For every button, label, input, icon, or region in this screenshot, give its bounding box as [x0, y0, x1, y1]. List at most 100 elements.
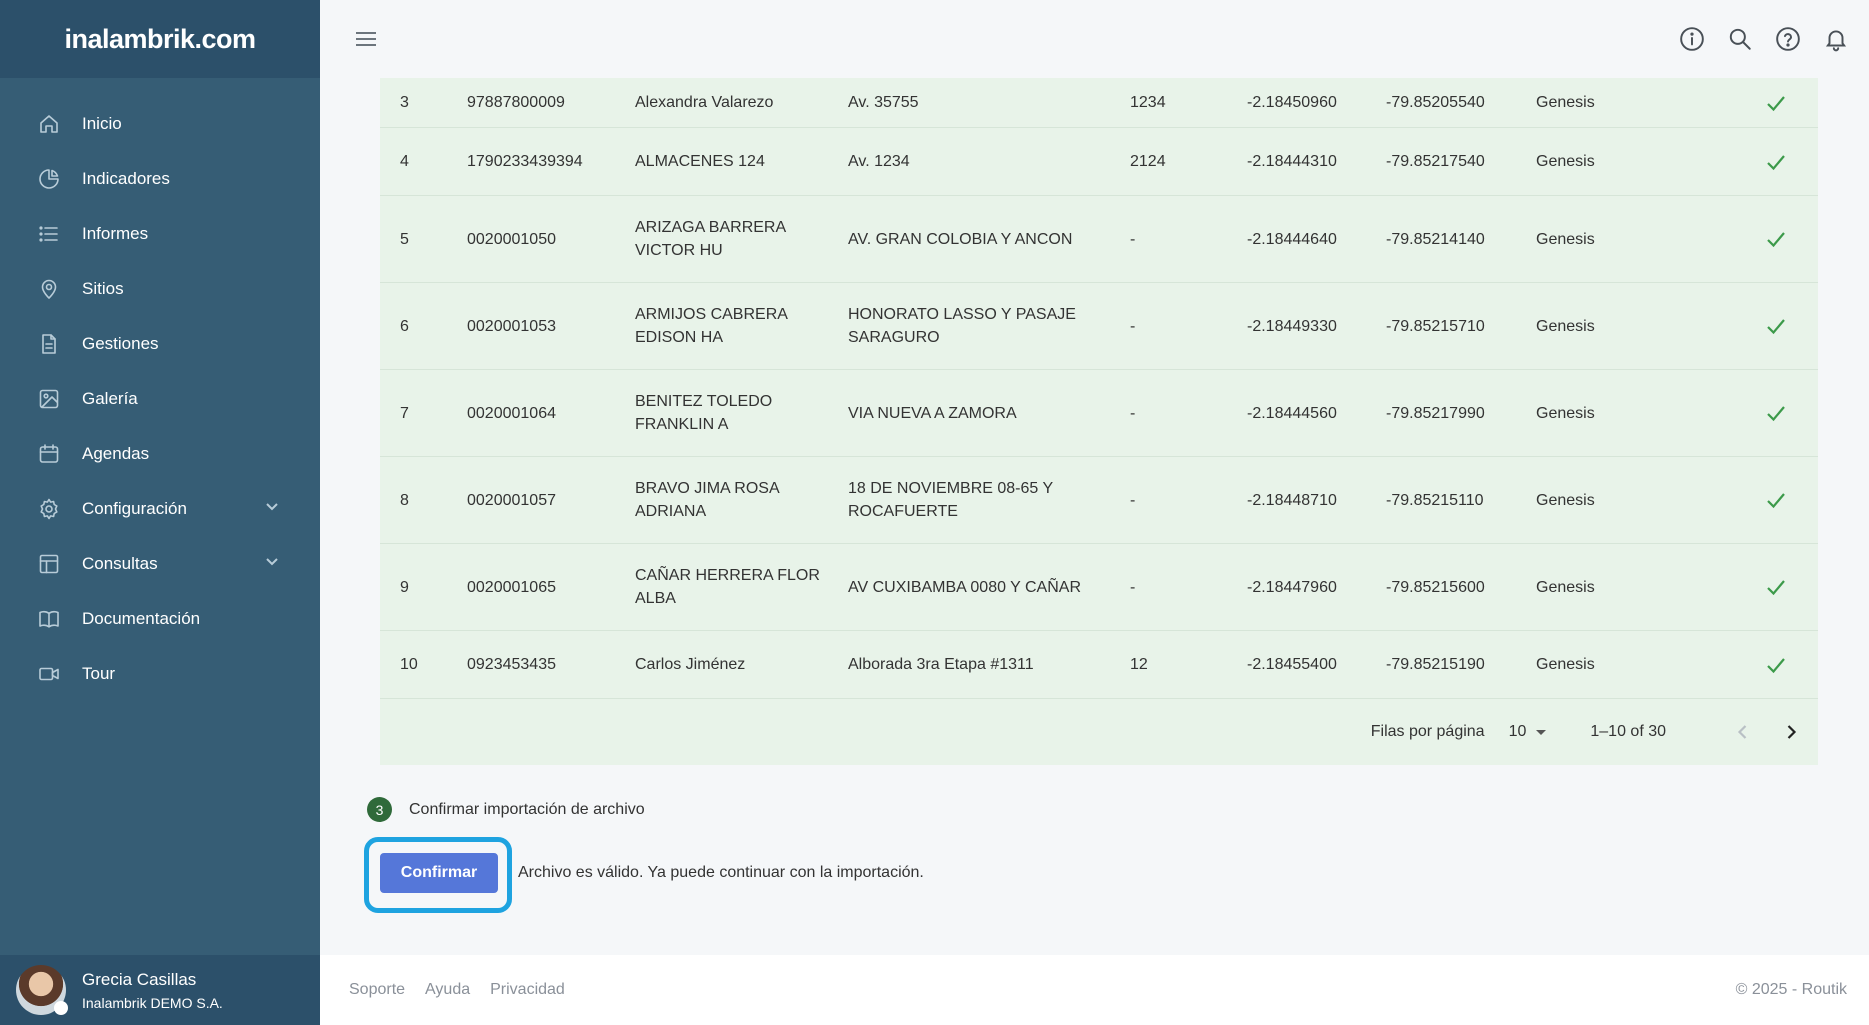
- cell-name: ALMACENES 124: [635, 153, 765, 170]
- cell-idx: 5: [400, 230, 409, 248]
- cell-num: -: [1130, 491, 1136, 509]
- cell-src: Genesis: [1536, 404, 1595, 422]
- cell-id: 0020001057: [467, 491, 556, 509]
- cell-addr: VIA NUEVA A ZAMORA: [848, 404, 1017, 422]
- cell-addr: HONORATO LASSO Y PASAJE SARAGURO: [848, 306, 1076, 346]
- cell-idx: 10: [400, 656, 418, 673]
- cell-name: Alexandra Valarezo: [635, 94, 774, 111]
- sidebar-item-tour[interactable]: Tour: [0, 646, 320, 701]
- cell-idx: 6: [400, 317, 409, 335]
- table-row: 7 0020001064 BENITEZ TOLEDO FRANKLIN A VIA …: [380, 370, 1818, 457]
- cell-addr: Alborada 3ra Etapa #1311: [848, 656, 1034, 673]
- sidebar-item-label: Indicadores: [82, 168, 170, 188]
- sidebar-item-gestiones[interactable]: Gestiones: [0, 316, 320, 371]
- cell-num: -: [1130, 317, 1136, 335]
- next-page-button[interactable]: [1776, 717, 1806, 747]
- cell-id: 0020001064: [467, 404, 556, 422]
- previous-page-button[interactable]: [1728, 717, 1758, 747]
- footer-link-privacidad[interactable]: Privacidad: [490, 981, 565, 999]
- rows-per-page-select[interactable]: 10: [1509, 723, 1547, 741]
- footer-link-soporte[interactable]: Soporte: [349, 981, 405, 999]
- validation-message: Archivo es válido. Ya puede continuar co…: [518, 864, 924, 881]
- brand-logo-text: inalambrik.com: [64, 23, 256, 54]
- cell-idx: 3: [400, 94, 409, 111]
- cell-lat: -2.18450960: [1247, 94, 1337, 111]
- cell-lng: -79.85215600: [1386, 578, 1485, 596]
- sidebar-item-label: Documentación: [82, 608, 201, 628]
- notifications-button[interactable]: [1821, 24, 1851, 54]
- cell-addr: 18 DE NOVIEMBRE 08-65 Y ROCAFUERTE: [848, 480, 1053, 520]
- cell-lng: -79.85215110: [1386, 491, 1484, 509]
- cell-src: Genesis: [1536, 230, 1595, 248]
- sidebar-item-inicio[interactable]: Inicio: [0, 96, 320, 151]
- cell-lat: -2.18455400: [1247, 656, 1337, 673]
- sidebar-item-galeria[interactable]: Galería: [0, 371, 320, 426]
- table-row: 5 0020001050 ARIZAGA BARRERA VICTOR HU AV. …: [380, 196, 1818, 283]
- step-number-badge: 3: [367, 797, 392, 822]
- image-icon: [36, 386, 62, 412]
- map-pin-icon: [36, 276, 62, 302]
- sidebar: inalambrik.com Inicio Indicadores Informes…: [0, 0, 320, 1025]
- table-row: 6 0020001053 ARMIJOS CABRERA EDISON HA HONO…: [380, 283, 1818, 370]
- cell-name: Carlos Jiménez: [635, 656, 746, 673]
- table-pagination: Filas por página 10 1–10 of 30: [380, 699, 1818, 765]
- user-panel[interactable]: Grecia Casillas Inalambrik DEMO S.A.: [0, 955, 320, 1025]
- pie-chart-icon: [36, 166, 62, 192]
- cell-src: Genesis: [1536, 491, 1595, 509]
- dropdown-caret-icon: [1536, 729, 1547, 735]
- sidebar-item-agendas[interactable]: Agendas: [0, 426, 320, 481]
- table-icon: [36, 551, 62, 577]
- sidebar-item-consultas[interactable]: Consultas: [0, 536, 320, 591]
- sidebar-item-sitios[interactable]: Sitios: [0, 261, 320, 316]
- sidebar-item-documentacion[interactable]: Documentación: [0, 591, 320, 646]
- info-button[interactable]: [1677, 24, 1707, 54]
- valid-check-icon: [1714, 150, 1818, 174]
- chevron-right-icon: [1787, 725, 1797, 739]
- book-icon: [36, 606, 62, 632]
- cell-lat: -2.18448710: [1247, 491, 1337, 509]
- sidebar-item-label: Galería: [82, 388, 138, 408]
- cell-id: 1790233439394: [467, 153, 583, 170]
- cell-num: -: [1130, 230, 1136, 248]
- cell-lng: -79.85215710: [1386, 317, 1485, 335]
- valid-check-icon: [1714, 401, 1818, 425]
- sidebar-item-label: Informes: [82, 223, 149, 243]
- brand-logo[interactable]: inalambrik.com: [64, 23, 256, 55]
- table-row: 4 1790233439394 ALMACENES 124 Av. 1234 2124 -…: [380, 128, 1818, 196]
- cell-lng: -79.85217990: [1386, 404, 1485, 422]
- footer-link-ayuda[interactable]: Ayuda: [425, 981, 470, 999]
- sidebar-item-indicadores[interactable]: Indicadores: [0, 151, 320, 206]
- cell-num: -: [1130, 404, 1136, 422]
- chevron-left-icon: [1737, 725, 1747, 739]
- help-button[interactable]: [1773, 24, 1803, 54]
- table-row: 9 0020001065 CAÑAR HERRERA FLOR ALBA AV CUX…: [380, 544, 1818, 631]
- import-preview-table: 3 97887800009 Alexandra Valarezo Av. 35755 1…: [380, 78, 1818, 765]
- confirm-button[interactable]: Confirmar: [380, 853, 498, 893]
- cell-lng: -79.85215190: [1386, 656, 1485, 673]
- cell-lat: -2.18449330: [1247, 317, 1337, 335]
- sidebar-item-configuracion[interactable]: Configuración: [0, 481, 320, 536]
- cell-name: ARMIJOS CABRERA EDISON HA: [635, 306, 788, 346]
- sidebar-item-label: Agendas: [82, 443, 150, 463]
- cell-lat: -2.18444310: [1247, 153, 1337, 170]
- cell-lat: -2.18444640: [1247, 230, 1337, 248]
- search-button[interactable]: [1725, 24, 1755, 54]
- sidebar-nav: Inicio Indicadores Informes Sitios Gestiones…: [0, 78, 320, 701]
- brand-header: inalambrik.com: [0, 0, 320, 78]
- cell-idx: 9: [400, 578, 409, 596]
- cell-lat: -2.18447960: [1247, 578, 1337, 596]
- cell-lng: -79.85217540: [1386, 153, 1485, 170]
- cell-num: 2124: [1130, 153, 1166, 170]
- gear-icon: [36, 496, 62, 522]
- valid-check-icon: [1714, 575, 1818, 599]
- sidebar-item-informes[interactable]: Informes: [0, 206, 320, 261]
- rows-per-page-label: Filas por página: [1370, 723, 1485, 740]
- cell-src: Genesis: [1536, 153, 1595, 170]
- hamburger-icon: [356, 32, 376, 46]
- hamburger-menu-button[interactable]: [352, 25, 380, 53]
- status-dot: [54, 1001, 68, 1015]
- table-row: 8 0020001057 BRAVO JIMA ROSA ADRIANA 18 DE …: [380, 457, 1818, 544]
- cell-addr: AV CUXIBAMBA 0080 Y CAÑAR: [848, 578, 1081, 596]
- sidebar-item-label: Configuración: [82, 498, 187, 518]
- cell-src: Genesis: [1536, 656, 1595, 673]
